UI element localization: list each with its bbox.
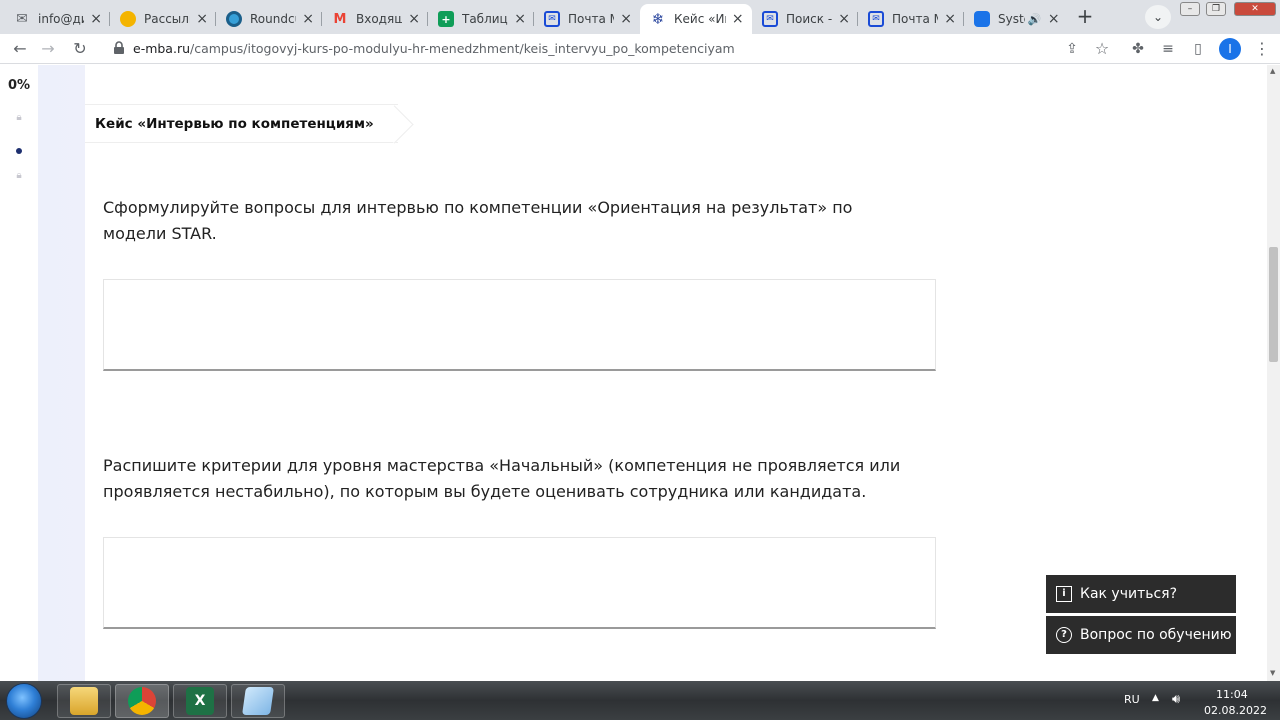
- close-tab-icon[interactable]: ×: [732, 11, 744, 27]
- mail-icon: ✉: [544, 11, 560, 27]
- how-to-learn-button[interactable]: i Как учиться?: [1046, 575, 1236, 613]
- share-icon[interactable]: ⇪: [1062, 39, 1082, 59]
- scroll-thumb[interactable]: [1269, 247, 1278, 362]
- mail-icon: ✉: [762, 11, 778, 27]
- answer-2-field[interactable]: [103, 537, 936, 629]
- volume-icon[interactable]: 🔊︎: [1172, 692, 1180, 707]
- current-step-dot[interactable]: [16, 148, 22, 154]
- envelope-x-icon: ✉: [16, 11, 28, 27]
- browser-tab-4[interactable]: M Входящи ×: [322, 4, 428, 34]
- browser-tab-active[interactable]: ❄ Кейс «Ин ×: [640, 4, 752, 34]
- maximize-icon[interactable]: ❐: [1206, 2, 1226, 16]
- explorer-icon: [70, 687, 98, 715]
- taskbar-explorer[interactable]: [57, 684, 111, 718]
- close-tab-icon[interactable]: ×: [90, 11, 102, 27]
- close-tab-icon[interactable]: ×: [620, 11, 632, 27]
- question-1-text: Сформулируйте вопросы для интервью по ко…: [103, 198, 853, 243]
- extensions-icon[interactable]: ✤: [1128, 39, 1148, 59]
- browser-tab-9[interactable]: ✉ Почта М ×: [858, 4, 964, 34]
- browser-tab-5[interactable]: + Таблица ×: [428, 4, 534, 34]
- forward-icon[interactable]: →: [38, 39, 58, 59]
- lock-icon: [114, 41, 124, 54]
- lesson-title-tag: Кейс «Интервью по компетенциям»: [85, 104, 398, 143]
- profile-avatar[interactable]: I: [1219, 38, 1241, 60]
- back-icon[interactable]: ←: [10, 39, 30, 59]
- window-close-icon[interactable]: ✕: [1234, 2, 1276, 16]
- address-bar[interactable]: e-mba.ru/campus/itogovyj-kurs-po-modulyu…: [101, 37, 1124, 61]
- browser-tab-3[interactable]: Roundcu ×: [216, 4, 322, 34]
- chrome-icon: [128, 687, 156, 715]
- windows-taskbar: X RU ▲ 🔊︎ 11:04 02.08.2022: [0, 681, 1280, 720]
- close-tab-icon[interactable]: ×: [408, 11, 420, 27]
- page-content: 0% 🔒︎ 🔒︎ Кейс «Интервью по компетенциям»…: [0, 65, 1280, 681]
- lesson-progress-rail: 0% 🔒︎ 🔒︎: [0, 65, 38, 681]
- system-icon: [974, 11, 990, 27]
- emba-snowflake-icon: ❄: [651, 10, 665, 28]
- page-scrollbar[interactable]: ▲ ▼: [1267, 65, 1280, 681]
- lock-step-icon: 🔒︎: [16, 170, 22, 181]
- browser-tab-2[interactable]: Рассылк ×: [110, 4, 216, 34]
- taskbar-notepad[interactable]: [231, 684, 285, 718]
- sheets-icon: +: [438, 11, 454, 27]
- question-icon: ?: [1056, 627, 1072, 643]
- start-button[interactable]: [6, 683, 42, 719]
- info-icon: i: [1056, 586, 1072, 602]
- tab-search-icon[interactable]: ⌄: [1145, 5, 1171, 29]
- notepad-icon: [242, 687, 274, 715]
- close-tab-icon[interactable]: ×: [838, 11, 850, 27]
- lock-step-icon: 🔒︎: [16, 112, 22, 123]
- speaker-icon[interactable]: 🔊: [1028, 13, 1042, 26]
- mail-service-icon: [120, 11, 136, 27]
- bookmark-star-icon[interactable]: ☆: [1092, 39, 1112, 59]
- reload-icon[interactable]: ↻: [70, 39, 90, 59]
- menu-kebab-icon[interactable]: ⋮: [1252, 39, 1272, 59]
- close-tab-icon[interactable]: ×: [944, 11, 956, 27]
- close-tab-icon[interactable]: ×: [302, 11, 314, 27]
- minimize-icon[interactable]: –: [1180, 2, 1200, 16]
- browser-tab-8[interactable]: ✉ Поиск - ×: [752, 4, 858, 34]
- browser-toolbar: ← → ↻ e-mba.ru/campus/itogovyj-kurs-po-m…: [0, 34, 1280, 64]
- tab-strip: ✉ info@ди × Рассылк × Roundcu × M Входящ…: [0, 0, 1280, 34]
- clock-time[interactable]: 11:04: [1216, 688, 1248, 701]
- close-tab-icon[interactable]: ×: [1048, 11, 1061, 27]
- browser-tab-6[interactable]: ✉ Почта М ×: [534, 4, 640, 34]
- tray-expand-icon[interactable]: ▲: [1152, 693, 1159, 703]
- clock-date[interactable]: 02.08.2022: [1204, 704, 1267, 717]
- browser-tab-10[interactable]: Syste 🔊 ×: [964, 4, 1068, 34]
- excel-icon: X: [186, 687, 214, 715]
- answer-1-field[interactable]: [103, 279, 936, 371]
- new-tab-button[interactable]: +: [1071, 4, 1099, 30]
- side-panel-icon[interactable]: ▯: [1188, 39, 1208, 59]
- question-2-text: Распишите критерии для уровня мастерства…: [103, 456, 901, 501]
- roundcube-icon: [226, 11, 242, 27]
- close-tab-icon[interactable]: ×: [196, 11, 208, 27]
- progress-percent: 0%: [8, 78, 31, 93]
- browser-tab-1[interactable]: ✉ info@ди ×: [4, 4, 110, 34]
- taskbar-excel[interactable]: X: [173, 684, 227, 718]
- media-control-icon[interactable]: ≡: [1158, 39, 1178, 59]
- scroll-down-icon[interactable]: ▼: [1270, 669, 1275, 677]
- url-text: e-mba.ru/campus/itogovyj-kurs-po-modulyu…: [133, 41, 735, 56]
- taskbar-chrome[interactable]: [115, 684, 169, 718]
- language-indicator[interactable]: RU: [1124, 693, 1140, 706]
- gmail-icon: M: [333, 11, 347, 27]
- mail-icon: ✉: [868, 11, 884, 27]
- study-question-button[interactable]: ? Вопрос по обучению: [1046, 616, 1236, 654]
- close-tab-icon[interactable]: ×: [514, 11, 526, 27]
- scroll-up-icon[interactable]: ▲: [1270, 67, 1275, 75]
